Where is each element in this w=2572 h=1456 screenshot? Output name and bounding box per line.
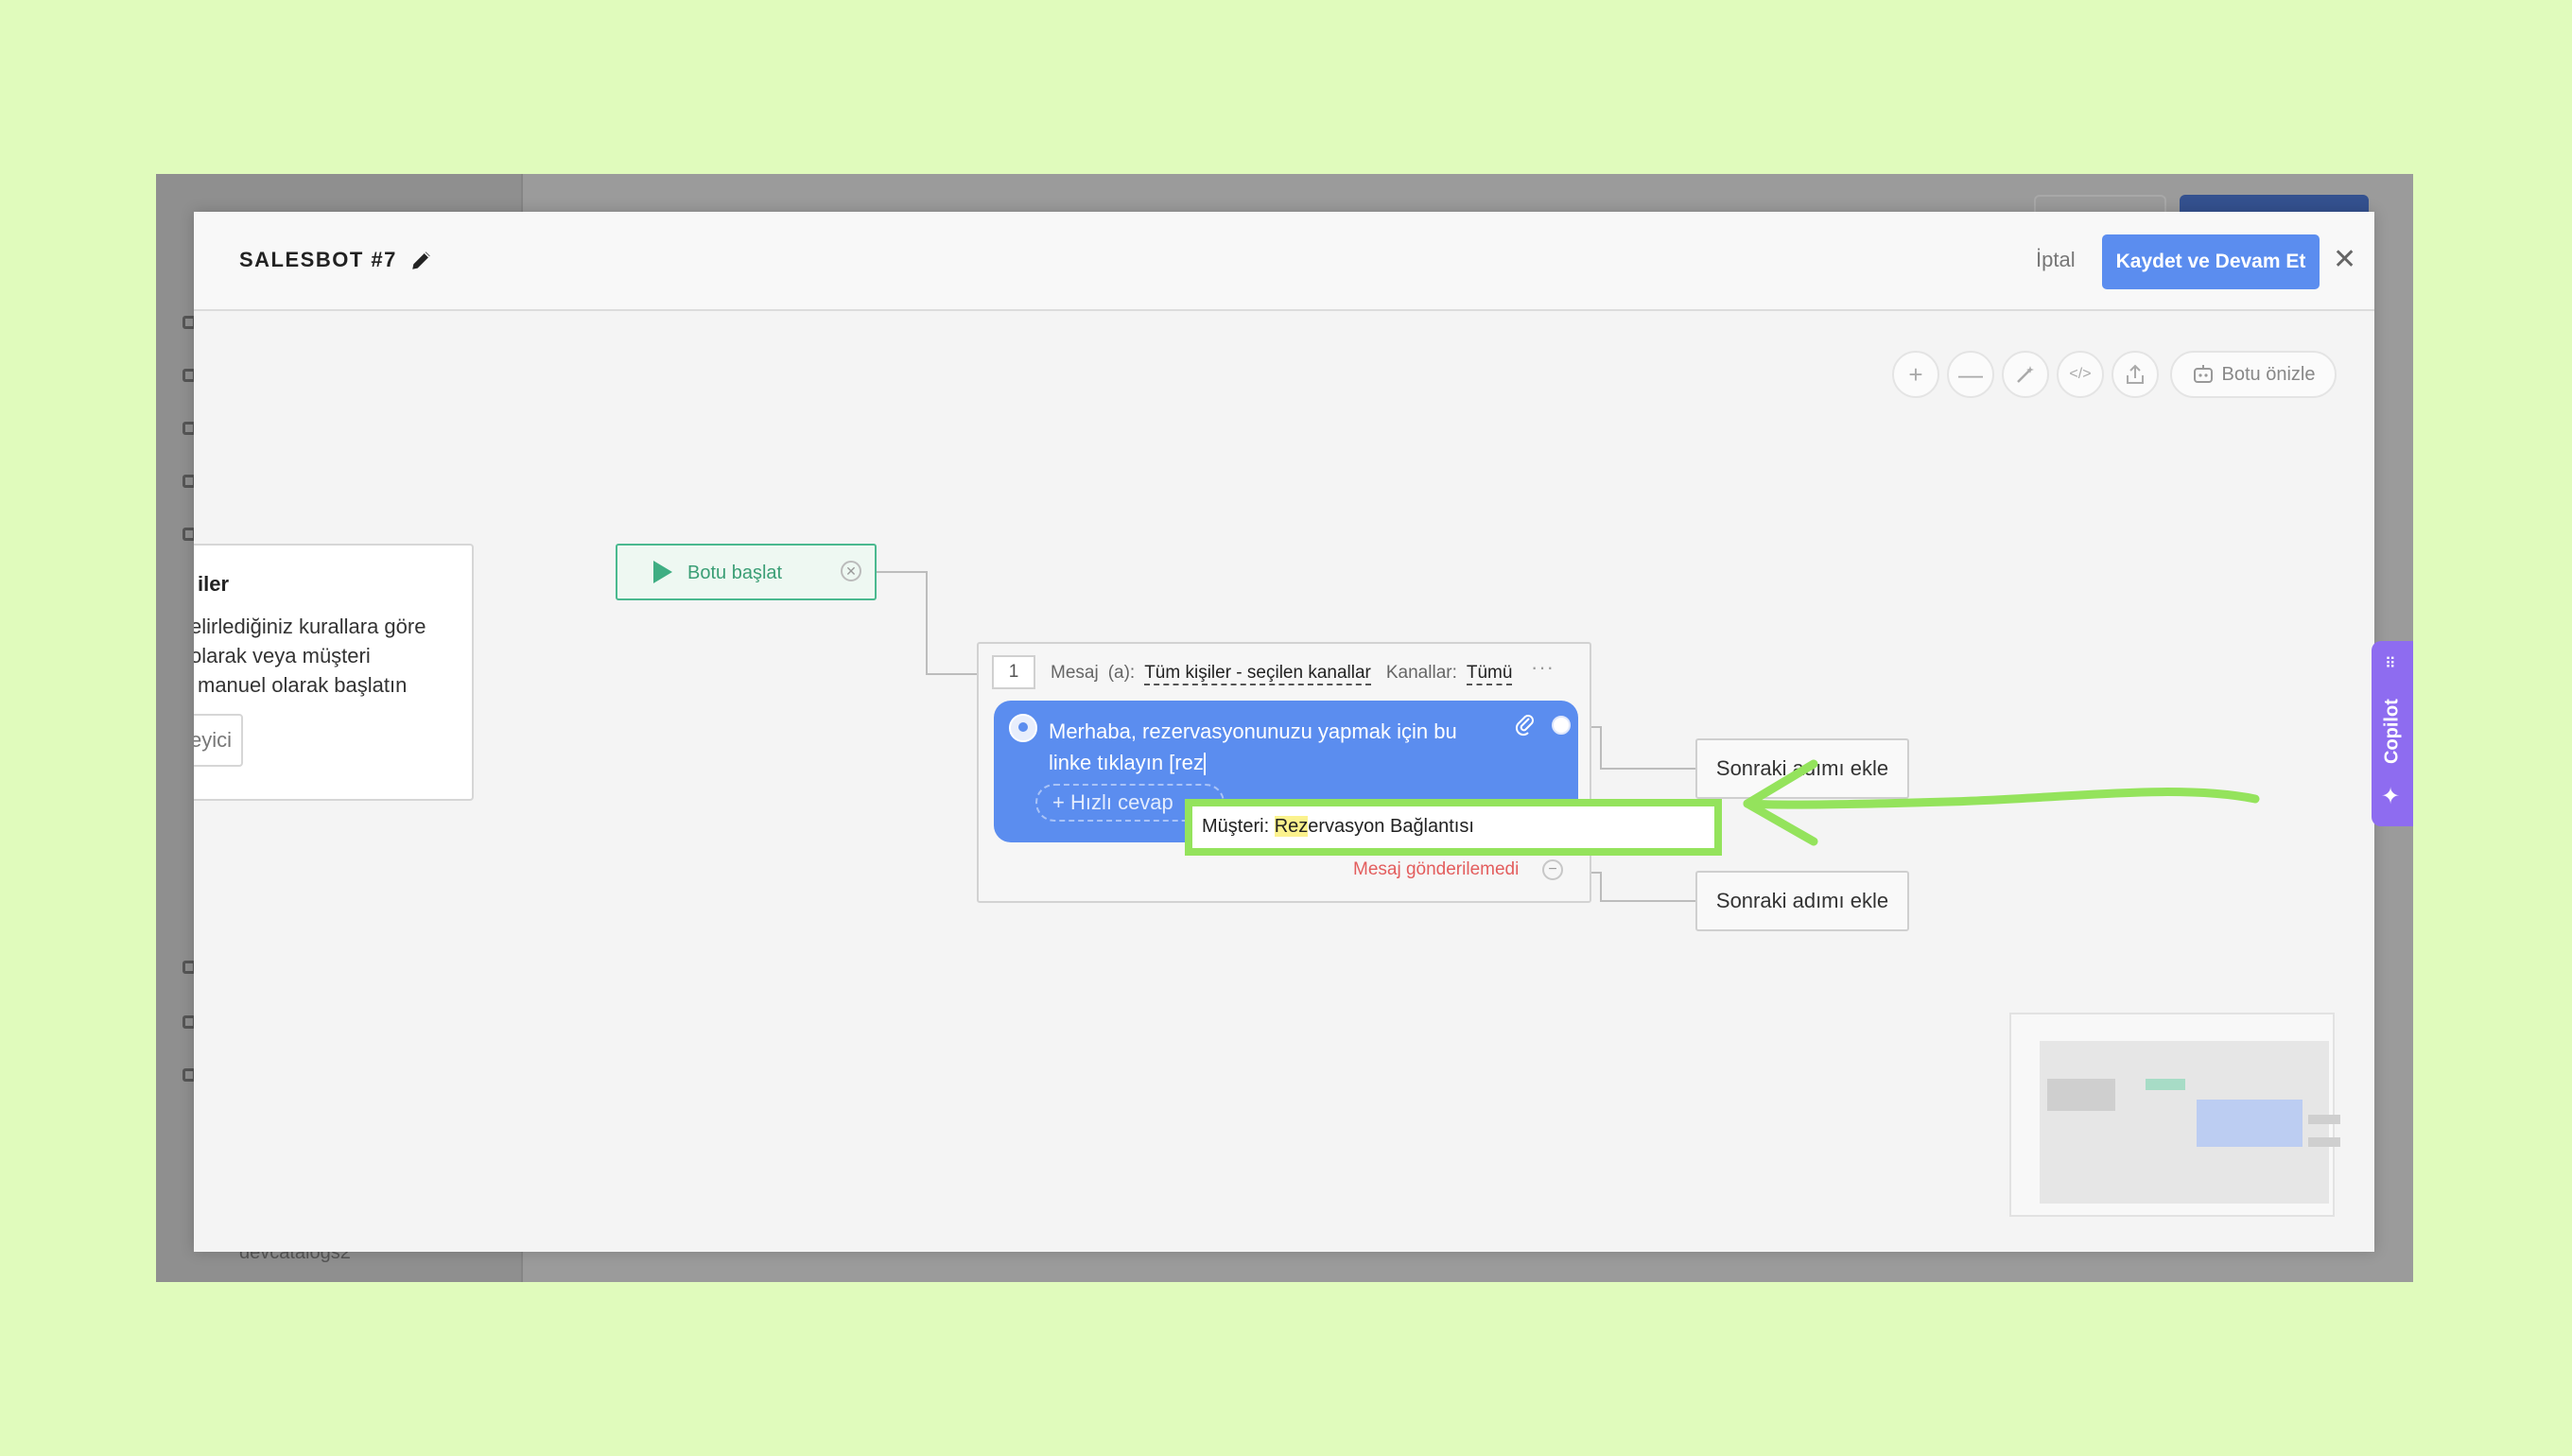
- channels-label: Kanallar:: [1385, 663, 1457, 683]
- suggestion-text: Müşteri: Rezervasyon Bağlantısı: [1202, 816, 1474, 838]
- message-text-line: Merhaba, rezervasyonunuzu yapmak için bu: [1049, 719, 1457, 743]
- cancel-button[interactable]: İptal: [2036, 248, 2076, 272]
- minimap-node: [2308, 1137, 2340, 1147]
- step-number: 1: [992, 655, 1035, 689]
- add-next-step-button[interactable]: Sonraki adımı ekle: [1695, 738, 1909, 799]
- minimap-node: [2146, 1079, 2185, 1090]
- suggestion-rest: ervasyon Bağlantısı: [1308, 816, 1474, 837]
- minimap-node: [2197, 1100, 2303, 1147]
- upload-icon[interactable]: [2111, 351, 2159, 398]
- attachment-icon[interactable]: [1514, 712, 1537, 743]
- placeholder-suggestion[interactable]: Müşteri: Rezervasyon Bağlantısı: [1185, 799, 1722, 856]
- message-text-line: linke tıklayın [rez: [1049, 751, 1204, 774]
- minimap[interactable]: [2009, 1013, 2340, 1217]
- recipients-selector[interactable]: Tüm kişiler - seçilen kanallar: [1144, 663, 1371, 685]
- drag-handle-icon[interactable]: ⠿: [2385, 654, 2396, 673]
- step-type-label: Mesaj: [1051, 663, 1099, 683]
- triggers-panel-line: elirlediğiniz kurallara göre: [194, 615, 426, 638]
- message-step[interactable]: 1 Mesaj (a): Tüm kişiler - seçilen kanal…: [977, 642, 1591, 903]
- zoom-out-button[interactable]: —: [1947, 351, 1994, 398]
- copilot-tab[interactable]: ⠿ Copilot ✦: [2372, 641, 2413, 826]
- magic-wand-icon[interactable]: [2002, 351, 2049, 398]
- minus-circle-icon[interactable]: −: [1542, 859, 1563, 880]
- triggers-panel-line: manuel olarak başlatın: [198, 673, 408, 697]
- play-icon: [653, 561, 672, 583]
- more-options-icon[interactable]: ···: [1531, 655, 1555, 680]
- add-next-step-button[interactable]: Sonraki adımı ekle: [1695, 871, 1909, 931]
- channels-selector[interactable]: Tümü: [1466, 663, 1513, 685]
- bot-avatar: [1009, 714, 1037, 742]
- sparkle-icon: ✦: [2381, 784, 2401, 809]
- triggers-panel-title: iler: [198, 572, 230, 596]
- salesbot-editor-modal: SALESBOT #7 İptal Kaydet ve Devam Et ✕ +…: [194, 212, 2374, 1252]
- minimap-node: [2308, 1115, 2340, 1124]
- start-bot-label: Botu başlat: [687, 563, 783, 583]
- bot-title: SALESBOT #7: [239, 248, 397, 271]
- message-text-input[interactable]: Merhaba, rezervasyonunuzu yapmak için bu…: [1049, 716, 1521, 778]
- text-cursor: [1203, 753, 1206, 776]
- start-bot-node[interactable]: Botu başlat ✕: [616, 544, 877, 600]
- message-step-header: Mesaj (a): Tüm kişiler - seçilen kanalla…: [1051, 663, 1513, 685]
- preview-bot-button[interactable]: Botu önizle: [2170, 351, 2337, 398]
- pencil-icon[interactable]: [409, 248, 434, 272]
- flow-canvas[interactable]: + — </> Botu önizle iler elirlediğiniz k…: [194, 313, 2374, 1252]
- save-and-continue-button[interactable]: Kaydet ve Devam Et: [2102, 234, 2320, 289]
- code-icon[interactable]: </>: [2057, 351, 2104, 398]
- triggers-panel-description: elirlediğiniz kurallara göre olarak veya…: [194, 612, 474, 700]
- close-icon[interactable]: ✕: [2333, 246, 2356, 274]
- minimap-viewport: [2040, 1041, 2340, 1204]
- modal-header: SALESBOT #7 İptal Kaydet ve Devam Et ✕: [194, 212, 2374, 311]
- suggestion-match: Rez: [1274, 816, 1309, 837]
- message-not-sent-label: Mesaj gönderilemedi: [1353, 859, 1520, 879]
- zoom-in-button[interactable]: +: [1892, 351, 1939, 398]
- bot-icon: [2193, 365, 2213, 383]
- triggers-panel: iler elirlediğiniz kurallara göre olarak…: [194, 544, 474, 801]
- remove-trigger-icon[interactable]: ✕: [841, 561, 861, 581]
- copilot-label: Copilot: [2381, 699, 2403, 765]
- recipient-prefix: (a):: [1107, 663, 1136, 683]
- suggestion-prefix: Müşteri:: [1202, 816, 1275, 837]
- triggers-panel-line: olarak veya müşteri: [194, 644, 371, 667]
- preview-bot-label: Botu önizle: [2221, 363, 2316, 385]
- output-port[interactable]: [1552, 716, 1571, 735]
- trigger-button[interactable]: eyici: [194, 714, 243, 767]
- minimap-node: [2047, 1079, 2115, 1111]
